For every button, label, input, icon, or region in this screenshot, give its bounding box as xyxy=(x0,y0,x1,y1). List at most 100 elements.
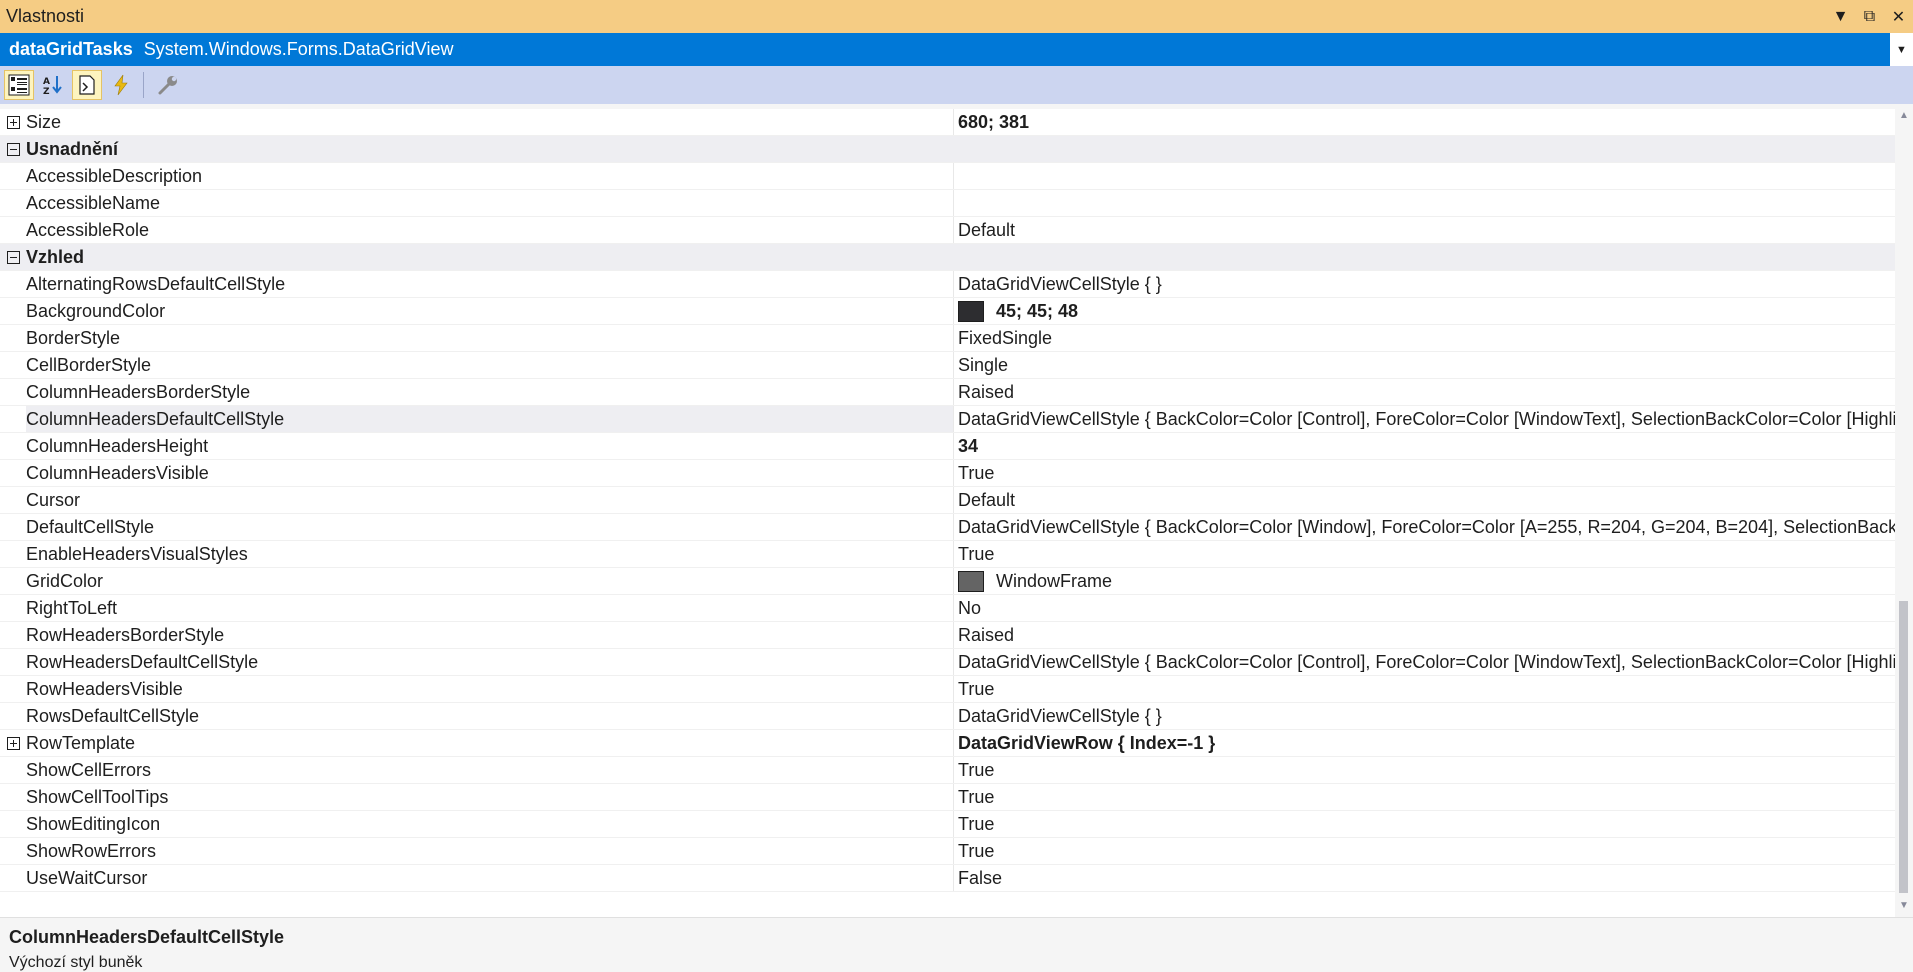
property-name: RowHeadersVisible xyxy=(26,676,954,702)
property-value-cell[interactable]: 34 xyxy=(954,433,1895,459)
row-expander[interactable] xyxy=(0,109,26,135)
property-value-cell[interactable]: DataGridViewCellStyle { } xyxy=(954,271,1895,297)
collapse-minus-icon[interactable] xyxy=(6,142,20,156)
property-value-cell[interactable] xyxy=(954,163,1895,189)
property-row[interactable]: EnableHeadersVisualStyles True xyxy=(0,541,1895,568)
property-row[interactable]: AccessibleDescription xyxy=(0,163,1895,190)
property-value-cell[interactable]: FixedSingle xyxy=(954,325,1895,351)
property-row[interactable]: ColumnHeadersBorderStyle Raised xyxy=(0,379,1895,406)
row-expander xyxy=(0,163,26,189)
property-value: True xyxy=(958,679,995,699)
expand-plus-icon[interactable] xyxy=(6,115,20,129)
property-value: No xyxy=(958,598,982,618)
property-row[interactable]: CellBorderStyle Single xyxy=(0,352,1895,379)
property-value: Raised xyxy=(958,382,1015,402)
property-value-cell[interactable]: True xyxy=(954,838,1895,864)
property-row[interactable]: DefaultCellStyle DataGridViewCellStyle { … xyxy=(0,514,1895,541)
category-row[interactable]: Vzhled xyxy=(0,244,1895,271)
property-row[interactable]: RowHeadersDefaultCellStyle DataGridViewCe… xyxy=(0,649,1895,676)
row-expander xyxy=(0,379,26,405)
property-name: RowsDefaultCellStyle xyxy=(26,703,954,729)
property-value-cell[interactable]: Default xyxy=(954,217,1895,243)
property-value-cell[interactable]: True xyxy=(954,811,1895,837)
property-value-cell[interactable]: True xyxy=(954,784,1895,810)
property-row[interactable]: ShowRowErrors True xyxy=(0,838,1895,865)
category-row[interactable]: Usnadnění xyxy=(0,136,1895,163)
row-expander xyxy=(0,460,26,486)
alphabetical-button[interactable]: A Z xyxy=(38,70,68,100)
property-value-cell[interactable]: DataGridViewCellStyle { BackColor=Color … xyxy=(954,649,1895,675)
dropdown-menu-icon[interactable]: ▼ xyxy=(1826,0,1855,33)
vertical-scrollbar[interactable]: ▲ ▼ xyxy=(1895,104,1913,917)
property-row[interactable]: RowsDefaultCellStyle DataGridViewCellStyl… xyxy=(0,703,1895,730)
property-row[interactable]: AccessibleRole Default xyxy=(0,217,1895,244)
property-row[interactable]: RowHeadersBorderStyle Raised xyxy=(0,622,1895,649)
property-row[interactable]: BorderStyle FixedSingle xyxy=(0,325,1895,352)
property-value-cell[interactable]: No xyxy=(954,595,1895,621)
alphabetical-icon: A Z xyxy=(43,76,62,96)
property-row[interactable]: UseWaitCursor False xyxy=(0,865,1895,892)
property-row[interactable]: RowHeadersVisible True xyxy=(0,676,1895,703)
row-expander xyxy=(0,676,26,702)
property-row[interactable]: ShowCellToolTips True xyxy=(0,784,1895,811)
property-value-cell[interactable] xyxy=(954,190,1895,216)
row-expander[interactable] xyxy=(0,730,26,756)
property-row[interactable]: AlternatingRowsDefaultCellStyle DataGridV… xyxy=(0,271,1895,298)
property-name: ShowCellErrors xyxy=(26,757,954,783)
object-selector-field[interactable]: dataGridTasks System.Windows.Forms.DataG… xyxy=(0,33,1890,66)
property-value: DataGridViewCellStyle { BackColor=Color … xyxy=(958,517,1895,537)
events-button[interactable] xyxy=(106,70,136,100)
property-value-cell[interactable]: DataGridViewCellStyle { } xyxy=(954,703,1895,729)
row-expander xyxy=(0,784,26,810)
close-icon[interactable]: ✕ xyxy=(1884,0,1913,33)
categorized-button[interactable] xyxy=(4,70,34,100)
row-expander xyxy=(0,487,26,513)
chevron-down-icon[interactable]: ▼ xyxy=(1890,33,1913,66)
property-row[interactable]: GridColor WindowFrame xyxy=(0,568,1895,595)
property-value-cell[interactable]: DataGridViewCellStyle { BackColor=Color … xyxy=(954,406,1895,432)
property-value-cell[interactable]: Raised xyxy=(954,622,1895,648)
property-row[interactable]: BackgroundColor 45; 45; 48 xyxy=(0,298,1895,325)
scroll-down-icon[interactable]: ▼ xyxy=(1895,897,1913,914)
row-expander[interactable] xyxy=(0,244,26,270)
object-name: dataGridTasks xyxy=(9,39,133,59)
row-expander[interactable] xyxy=(0,136,26,162)
expand-plus-icon[interactable] xyxy=(6,736,20,750)
property-value-cell[interactable]: True xyxy=(954,676,1895,702)
property-value-cell[interactable]: DataGridViewCellStyle { BackColor=Color … xyxy=(954,514,1895,540)
property-value-cell[interactable]: False xyxy=(954,865,1895,891)
property-row[interactable]: ShowCellErrors True xyxy=(0,757,1895,784)
restore-icon[interactable]: ⧉ xyxy=(1855,0,1884,33)
property-row[interactable]: AccessibleName xyxy=(0,190,1895,217)
property-value-cell[interactable]: True xyxy=(954,757,1895,783)
row-expander xyxy=(0,271,26,297)
property-row[interactable]: RightToLeft No xyxy=(0,595,1895,622)
property-name: GridColor xyxy=(26,568,954,594)
object-selector[interactable]: dataGridTasks System.Windows.Forms.DataG… xyxy=(0,33,1913,66)
property-pages-button[interactable] xyxy=(153,70,183,100)
property-row[interactable]: ColumnHeadersHeight 34 xyxy=(0,433,1895,460)
property-value-cell[interactable]: True xyxy=(954,460,1895,486)
row-expander xyxy=(0,406,26,432)
scroll-thumb[interactable] xyxy=(1899,601,1908,893)
property-value-cell[interactable]: Single xyxy=(954,352,1895,378)
property-row[interactable]: ColumnHeadersVisible True xyxy=(0,460,1895,487)
property-value-cell[interactable]: Default xyxy=(954,487,1895,513)
scroll-up-icon[interactable]: ▲ xyxy=(1895,107,1913,124)
property-value-cell[interactable]: True xyxy=(954,541,1895,567)
property-value: True xyxy=(958,463,995,483)
property-value-cell[interactable]: DataGridViewRow { Index=-1 } xyxy=(954,730,1895,756)
property-row[interactable]: ShowEditingIcon True xyxy=(0,811,1895,838)
property-value-cell[interactable]: WindowFrame xyxy=(954,568,1895,594)
property-name: RowTemplate xyxy=(26,730,954,756)
property-value-cell[interactable]: 680; 381 xyxy=(954,109,1895,135)
property-value-cell[interactable]: 45; 45; 48 xyxy=(954,298,1895,324)
property-row[interactable]: ColumnHeadersDefaultCellStyle DataGridVie… xyxy=(0,406,1895,433)
property-row[interactable]: Cursor Default xyxy=(0,487,1895,514)
properties-button[interactable] xyxy=(72,70,102,100)
category-label: Vzhled xyxy=(26,247,85,267)
collapse-minus-icon[interactable] xyxy=(6,250,20,264)
property-row[interactable]: Size 680; 381 xyxy=(0,109,1895,136)
property-row[interactable]: RowTemplate DataGridViewRow { Index=-1 } xyxy=(0,730,1895,757)
property-value-cell[interactable]: Raised xyxy=(954,379,1895,405)
